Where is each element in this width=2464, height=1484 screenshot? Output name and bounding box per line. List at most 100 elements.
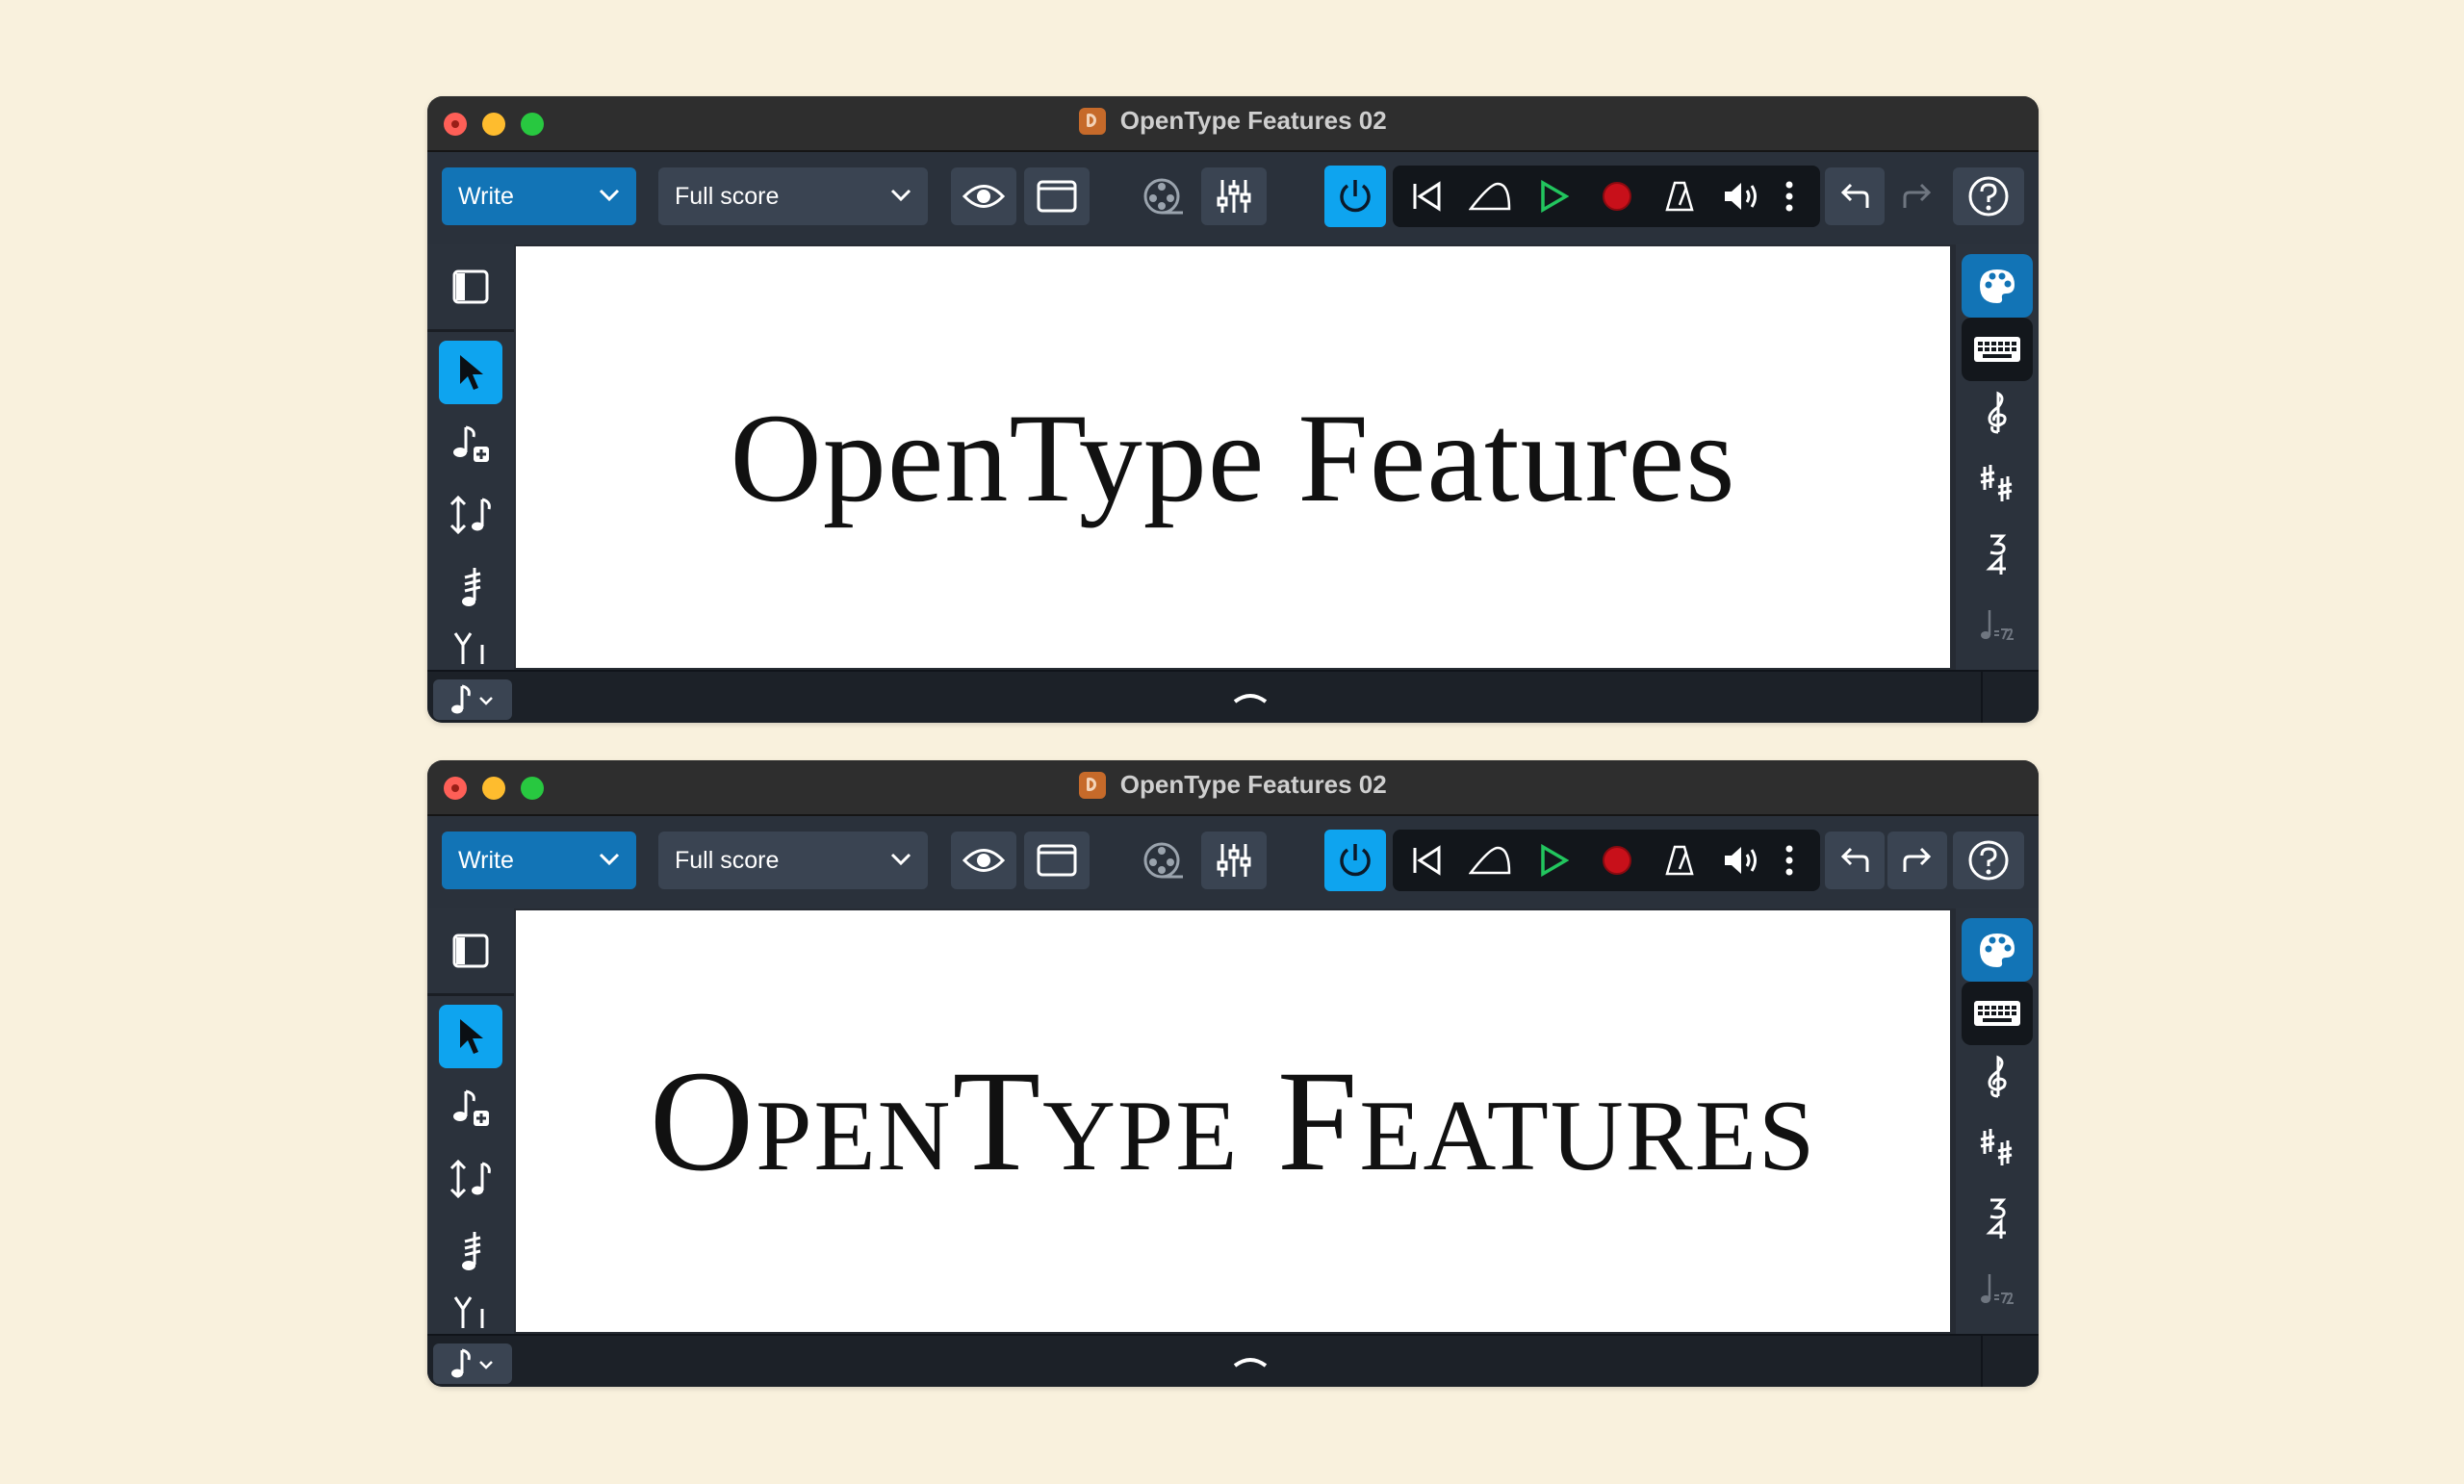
note-input-icon xyxy=(453,425,489,462)
undo-icon xyxy=(1840,183,1869,208)
record-icon xyxy=(1603,846,1631,875)
play-button[interactable] xyxy=(1524,830,1583,891)
chevron-down-icon xyxy=(890,189,911,202)
collapse-up-icon[interactable] xyxy=(1233,689,1268,704)
activate-project-button[interactable] xyxy=(1324,166,1386,227)
tremolo-tool[interactable] xyxy=(439,554,502,618)
help-button[interactable] xyxy=(1953,832,2024,889)
eye-icon xyxy=(962,185,1005,208)
more-button[interactable] xyxy=(1762,830,1816,891)
window-title: OpenType Features 02 xyxy=(1119,106,1387,135)
note-input-tool[interactable] xyxy=(439,412,502,475)
tempo-tab[interactable] xyxy=(1962,1259,2033,1332)
time-signature-icon xyxy=(1986,1198,2007,1239)
mode-label: Write xyxy=(458,847,514,874)
window-mode-button[interactable] xyxy=(1024,832,1090,889)
view-options-button[interactable] xyxy=(951,167,1016,225)
transport-bar xyxy=(1393,166,1820,227)
mixer-icon xyxy=(1217,180,1251,213)
palette-icon xyxy=(1980,269,2015,303)
left-panel-toggle[interactable] xyxy=(427,244,514,332)
bottom-panel-bar xyxy=(427,1334,2039,1387)
tuplet-tool[interactable] xyxy=(439,1286,502,1332)
play-icon xyxy=(1541,180,1569,213)
rewind-button[interactable] xyxy=(1397,166,1456,227)
redo-button[interactable] xyxy=(1887,167,1947,225)
select-tool[interactable] xyxy=(439,341,502,404)
video-button[interactable] xyxy=(1132,167,1195,225)
app-window: OpenType Features 02 Write Full score Op… xyxy=(427,96,2039,723)
clefs-tab[interactable] xyxy=(1962,1045,2033,1109)
note-input-tool[interactable] xyxy=(439,1076,502,1139)
click-button[interactable] xyxy=(1650,166,1709,227)
view-options-button[interactable] xyxy=(951,832,1016,889)
record-button[interactable] xyxy=(1587,166,1647,227)
more-icon xyxy=(1785,845,1793,876)
mode-dropdown[interactable]: Write xyxy=(442,167,636,225)
tremolo-tool[interactable] xyxy=(439,1218,502,1282)
score-text-small-caps: OpenType Features xyxy=(649,1041,1817,1201)
more-button[interactable] xyxy=(1762,166,1816,227)
mixer-icon xyxy=(1217,844,1251,877)
select-arrow-icon xyxy=(460,1019,483,1054)
shape-button[interactable] xyxy=(1460,166,1520,227)
right-panel-tabs xyxy=(1956,908,2039,1334)
insert-tool[interactable] xyxy=(439,483,502,547)
undo-button[interactable] xyxy=(1825,167,1885,225)
key-signatures-tab[interactable] xyxy=(1962,1116,2033,1180)
help-icon xyxy=(1968,176,2009,217)
note-value-dropdown[interactable] xyxy=(433,1343,512,1384)
window-mode-button[interactable] xyxy=(1024,167,1090,225)
video-button[interactable] xyxy=(1132,832,1195,889)
clef-icon xyxy=(1988,1055,2007,1098)
window-title: OpenType Features 02 xyxy=(1119,770,1387,799)
score-page[interactable]: OpenType Features xyxy=(516,246,1950,668)
score-page[interactable]: OpenType Features xyxy=(516,910,1950,1332)
insert-tool[interactable] xyxy=(439,1147,502,1211)
play-button[interactable] xyxy=(1524,166,1583,227)
shape-button[interactable] xyxy=(1460,830,1520,891)
layout-dropdown[interactable]: Full score xyxy=(658,167,928,225)
redo-button[interactable] xyxy=(1887,832,1947,889)
key-signatures-tab[interactable] xyxy=(1962,452,2033,516)
collapse-up-icon[interactable] xyxy=(1233,1353,1268,1369)
activate-project-button[interactable] xyxy=(1324,830,1386,891)
layout-dropdown[interactable]: Full score xyxy=(658,832,928,889)
mode-dropdown[interactable]: Write xyxy=(442,832,636,889)
undo-button[interactable] xyxy=(1825,832,1885,889)
record-button[interactable] xyxy=(1587,830,1647,891)
keyboard-tab[interactable] xyxy=(1962,318,2033,381)
clefs-tab[interactable] xyxy=(1962,381,2033,445)
chevron-down-icon xyxy=(599,189,620,202)
click-icon xyxy=(1665,845,1694,876)
score-text: OpenType Features xyxy=(730,386,1736,528)
record-icon xyxy=(1603,182,1631,211)
eye-icon xyxy=(962,849,1005,872)
redo-icon xyxy=(1903,183,1932,208)
time-signatures-tab[interactable] xyxy=(1962,524,2033,587)
help-button[interactable] xyxy=(1953,167,2024,225)
mixer-button[interactable] xyxy=(1201,832,1267,889)
keyboard-tab[interactable] xyxy=(1962,982,2033,1045)
speaker-icon xyxy=(1725,183,1757,210)
properties-tab[interactable] xyxy=(1962,254,2033,318)
click-button[interactable] xyxy=(1650,830,1709,891)
tempo-icon xyxy=(1981,1274,2014,1304)
transport-bar xyxy=(1393,830,1820,891)
note-value-dropdown[interactable] xyxy=(433,679,512,720)
title-bar: OpenType Features 02 xyxy=(427,96,2039,152)
dorico-app-icon xyxy=(1079,771,1107,799)
mixer-button[interactable] xyxy=(1201,167,1267,225)
rewind-button[interactable] xyxy=(1397,830,1456,891)
right-panel-tabs xyxy=(1956,244,2039,670)
note-value-icon xyxy=(451,1348,493,1378)
tuplet-icon xyxy=(453,632,484,664)
properties-tab[interactable] xyxy=(1962,918,2033,982)
tempo-tab[interactable] xyxy=(1962,595,2033,668)
select-tool[interactable] xyxy=(439,1005,502,1068)
time-signatures-tab[interactable] xyxy=(1962,1188,2033,1251)
rewind-icon xyxy=(1413,181,1441,212)
tuplet-tool[interactable] xyxy=(439,622,502,668)
left-panel-toggle[interactable] xyxy=(427,908,514,996)
left-toolbox xyxy=(427,908,514,1334)
